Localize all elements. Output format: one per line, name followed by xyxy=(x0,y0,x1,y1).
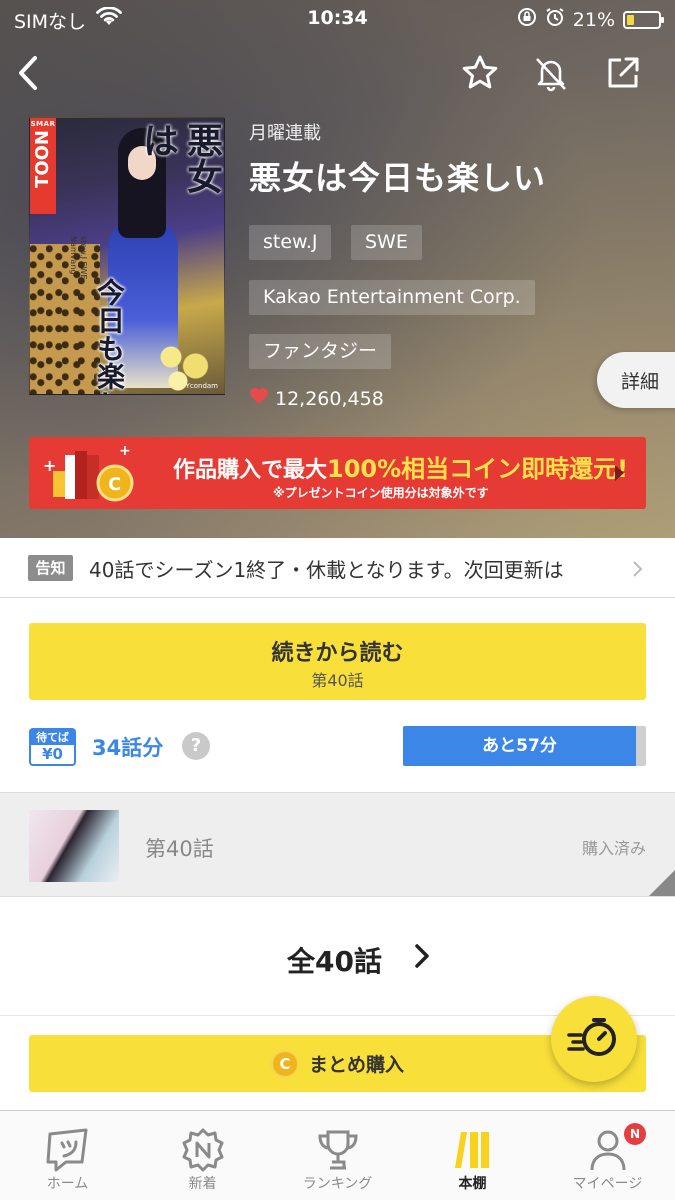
battery-percent: 21% xyxy=(572,8,615,31)
wait-free-count: 34話分 xyxy=(92,736,164,760)
wait-free-badge-bottom: ¥0 xyxy=(42,745,63,763)
status-right: 21% xyxy=(517,7,664,32)
like-count-value: 12,260,458 xyxy=(275,387,384,410)
continue-reading-button[interactable]: 続きから読む 第40話 xyxy=(29,623,646,700)
serial-schedule: 月曜連載 xyxy=(249,123,321,144)
read-corner-mark xyxy=(649,870,675,896)
tab-ranking[interactable]: ランキング xyxy=(270,1111,405,1200)
tab-bookshelf[interactable]: 本棚 xyxy=(405,1111,540,1200)
all-episodes-label: 全40話 xyxy=(287,945,382,978)
bookshelf-icon xyxy=(449,1127,497,1173)
author-tag[interactable]: stew.J xyxy=(249,225,332,260)
star-icon xyxy=(461,54,499,96)
continue-label: 続きから読む xyxy=(271,641,404,666)
coin-books-icon: + + C xyxy=(37,441,153,505)
heart-icon xyxy=(249,387,269,410)
bell-off-icon xyxy=(532,54,570,96)
back-button[interactable] xyxy=(8,55,48,95)
share-icon xyxy=(605,55,641,95)
tab-label: ランキング xyxy=(302,1176,373,1192)
tab-mypage[interactable]: N マイページ xyxy=(540,1111,675,1200)
tab-label: ホーム xyxy=(46,1176,89,1192)
wait-free-badge-top: 待てば xyxy=(31,730,74,745)
genre-tag[interactable]: ファンタジー xyxy=(249,334,392,369)
promo-note: ※プレゼントコイン使用分は対象外です xyxy=(273,486,489,500)
battery-icon xyxy=(623,10,664,29)
episode-list: 第40話 購入済み xyxy=(0,792,675,897)
new-badge: N xyxy=(624,1123,646,1145)
promo-text-prefix: 作品購入で最大 xyxy=(173,458,328,483)
bulk-purchase-label: まとめ購入 xyxy=(308,1054,404,1076)
play-arrow-icon xyxy=(615,465,624,481)
notification-button[interactable] xyxy=(531,55,571,95)
trophy-icon xyxy=(314,1127,362,1173)
chevron-right-icon xyxy=(412,942,434,974)
smartoon-logo: SMAR TOON xyxy=(30,118,56,214)
help-icon[interactable]: ? xyxy=(182,732,210,760)
notice-badge: 告知 xyxy=(28,555,73,581)
cover-publisher-mark: Ycondam xyxy=(185,382,218,390)
promo-text: 作品購入で最大100%相当コイン即時還元! xyxy=(173,449,628,484)
status-bar: SIMなし 10:34 21% xyxy=(0,0,675,38)
chevron-left-icon xyxy=(15,54,41,96)
home-icon xyxy=(44,1127,92,1173)
detail-label: 詳細 xyxy=(621,370,660,393)
stopwatch-icon xyxy=(567,1015,621,1063)
wait-free-remaining: あと57分 xyxy=(482,736,557,756)
episode-title[interactable]: 第40話 xyxy=(145,833,214,863)
new-icon xyxy=(179,1127,227,1173)
hero-header: SIMなし 10:34 21% SMAR TOON 悪女は 今日も楽しい ste… xyxy=(0,0,675,538)
cover-image[interactable]: SMAR TOON 悪女は 今日も楽しい stew.J SWE Namvang … xyxy=(29,117,225,395)
quick-read-fab[interactable] xyxy=(551,996,637,1082)
notice-text: 40話でシーズン1終了・休載となります。次回更新は xyxy=(89,558,564,582)
svg-text:C: C xyxy=(108,474,121,495)
cover-title-bottom: 今日も楽しい xyxy=(93,278,126,395)
logo-top-text: SMAR xyxy=(30,120,56,128)
episode-status: 購入済み xyxy=(581,839,646,858)
wait-free-timer-bar: あと57分 xyxy=(403,726,646,766)
tab-label: 本棚 xyxy=(458,1176,487,1192)
continue-episode: 第40話 xyxy=(311,671,364,690)
like-count: 12,260,458 xyxy=(249,387,384,410)
tab-home[interactable]: ホーム xyxy=(0,1111,135,1200)
cover-title-top: 悪女は xyxy=(137,122,223,194)
bottom-tab-bar: ホーム 新着 ランキング 本棚 N マイページ xyxy=(0,1110,675,1200)
svg-text:+: + xyxy=(119,443,131,459)
notice-row[interactable]: 告知 40話でシーズン1終了・休載となります。次回更新は xyxy=(0,538,675,598)
alarm-icon xyxy=(545,7,565,32)
promo-banner[interactable]: + + C 作品購入で最大100%相当コイン即時還元! ※プレゼントコイン使用分… xyxy=(29,437,646,509)
favorite-button[interactable] xyxy=(460,55,500,95)
author-tag[interactable]: SWE xyxy=(351,225,422,260)
publisher-tag[interactable]: Kakao Entertainment Corp. xyxy=(249,280,535,315)
tab-label: 新着 xyxy=(188,1176,217,1192)
detail-button[interactable]: 詳細 xyxy=(597,352,675,408)
rotation-lock-icon xyxy=(517,7,537,32)
chevron-right-icon xyxy=(632,560,644,582)
promo-text-highlight: 100%相当コイン即時還元! xyxy=(327,455,629,483)
tab-label: マイページ xyxy=(572,1176,643,1192)
coin-icon: C xyxy=(270,1049,299,1078)
cover-credits: stew.J SWE Namvang xyxy=(69,236,88,280)
tab-new[interactable]: 新着 xyxy=(135,1111,270,1200)
share-button[interactable] xyxy=(603,55,643,95)
work-title: 悪女は今日も楽しい xyxy=(249,159,547,197)
episode-thumbnail[interactable] xyxy=(29,810,119,882)
all-episodes-button[interactable]: 全40話 xyxy=(0,898,675,1016)
logo-main-text: TOON xyxy=(32,130,53,188)
wait-free-badge: 待てば ¥0 xyxy=(29,728,76,766)
